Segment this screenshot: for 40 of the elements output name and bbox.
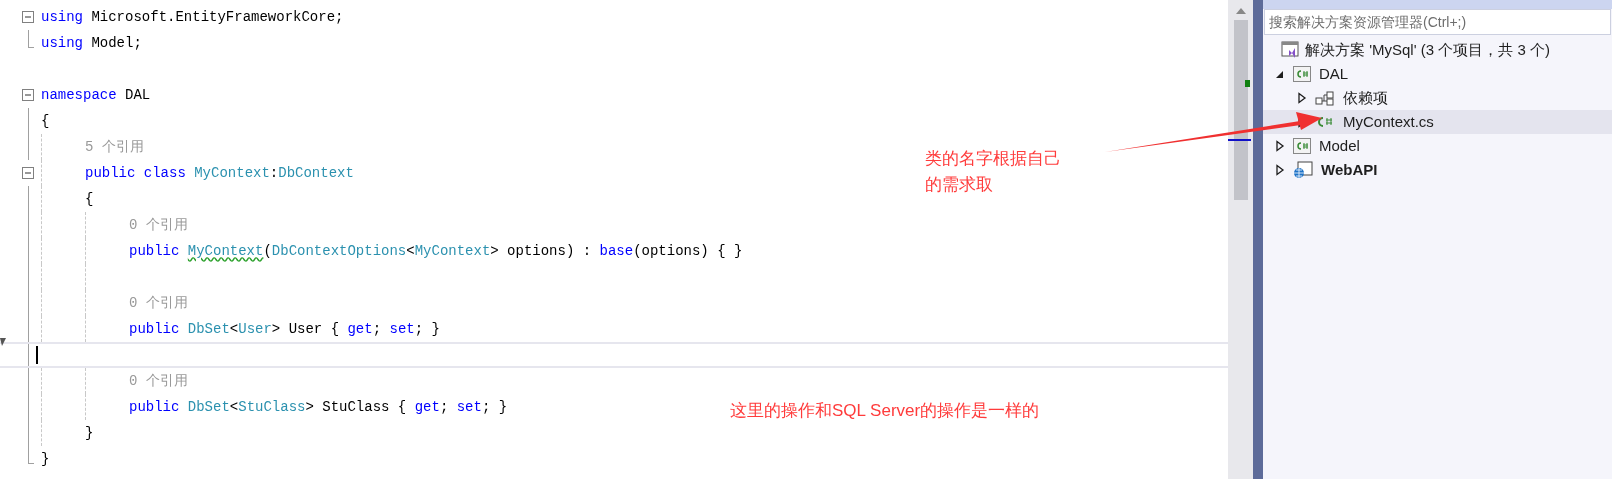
tree-item[interactable]: DAL — [1263, 62, 1612, 86]
warning-squiggle: MyContext — [187, 241, 264, 261]
code-line: namespace DAL — [41, 85, 151, 105]
code-line: { — [85, 189, 94, 209]
code-line: public MyContext(DbContextOptions<MyContext> options) : base(options) { } — [129, 238, 743, 264]
code-line: public DbSet<User> User { get; set; } — [129, 319, 440, 339]
annotation-text: 类的名字根据自己的需求取 — [925, 148, 1062, 196]
tree-item[interactable]: 依赖项 — [1263, 86, 1612, 110]
annotation-text: 这里的操作和SQL Server的操作是一样的 — [730, 400, 1040, 422]
dependencies-icon — [1315, 90, 1335, 106]
code-line: { — [41, 111, 50, 131]
web-project-icon — [1293, 161, 1313, 179]
code-line: public DbSet<StuClass> StuClass { get; set; } — [129, 397, 508, 417]
collapsed-icon[interactable] — [1297, 92, 1307, 104]
caret-position-marker — [1228, 139, 1251, 141]
search-field[interactable]: 搜索解决方案资源管理器(Ctrl+;) — [1264, 9, 1611, 35]
tree-item[interactable]: WebAPI — [1263, 158, 1612, 182]
marker-icon — [0, 338, 6, 346]
collapse-icon[interactable] — [22, 11, 34, 23]
collapsed-icon[interactable] — [1275, 164, 1285, 176]
collapse-icon[interactable] — [22, 89, 34, 101]
scrollbar-thumb[interactable] — [1233, 20, 1248, 200]
collapse-icon[interactable] — [22, 167, 34, 179]
code-line: } — [41, 449, 50, 469]
code-line: } — [85, 423, 94, 443]
tree-item[interactable]: Model — [1263, 134, 1612, 158]
text-cursor — [36, 346, 38, 364]
scroll-up-icon[interactable] — [1235, 8, 1246, 14]
csharp-file-icon — [1315, 115, 1335, 129]
collapsed-icon[interactable] — [1275, 140, 1285, 152]
code-line: using Model; — [41, 33, 142, 53]
csharp-project-icon — [1293, 138, 1311, 154]
tree-item[interactable]: 解决方案 'MySql' (3 个项目，共 3 个) — [1263, 38, 1612, 62]
change-marker — [1245, 80, 1250, 87]
tree-item[interactable]: MyContext.cs — [1263, 110, 1612, 134]
code-line: public class MyContext:DbContext — [85, 163, 354, 183]
solution-icon — [1281, 41, 1299, 59]
vertical-scrollbar[interactable] — [1228, 0, 1253, 479]
csharp-project-icon — [1293, 66, 1311, 82]
code-line: using Microsoft.EntityFrameworkCore; — [41, 7, 344, 27]
